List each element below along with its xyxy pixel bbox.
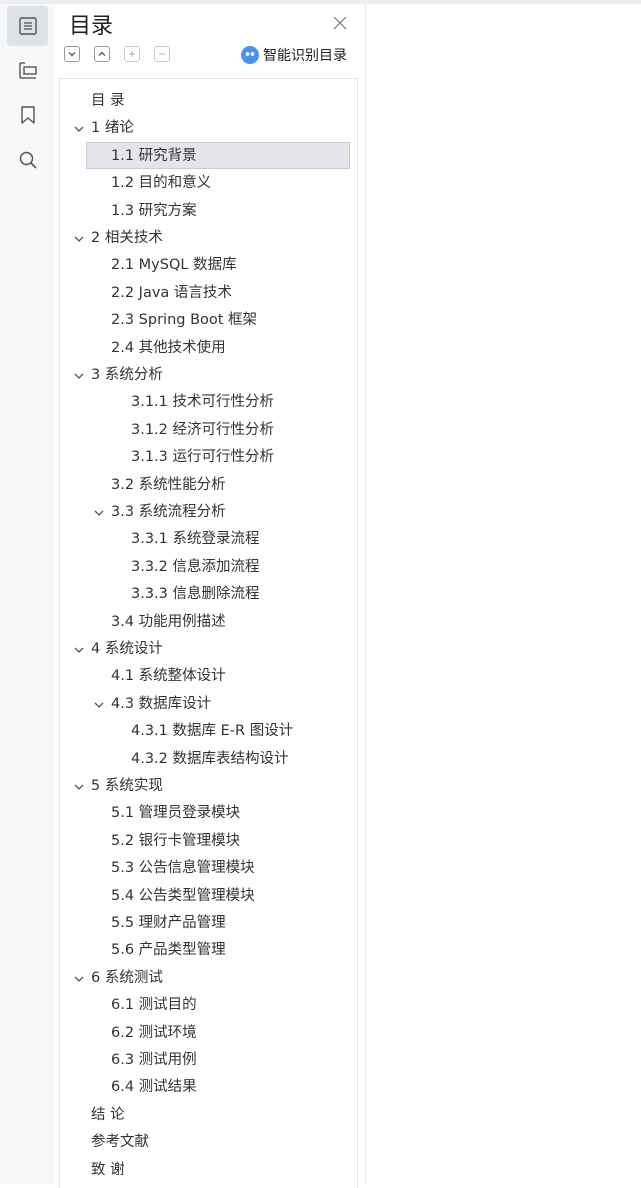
toc-item[interactable]: 3.3.1 系统登录流程 <box>131 526 260 553</box>
icon-rail <box>0 4 56 1184</box>
toc-item[interactable]: 3.1.3 运行可行性分析 <box>131 444 274 471</box>
toc-item[interactable]: 2.4 其他技术使用 <box>111 335 226 362</box>
panel-title: 目录 <box>69 14 114 39</box>
toc-item[interactable]: 1.3 研究方案 <box>111 198 197 225</box>
toc-item[interactable]: 6.3 测试用例 <box>111 1047 197 1074</box>
toc-item[interactable]: 3.3.3 信息删除流程 <box>131 581 260 608</box>
toc-item[interactable]: 4.1 系统整体设计 <box>111 663 226 690</box>
smart-recognize-button[interactable]: 智能识别目录 <box>241 45 347 65</box>
add-entry-button[interactable] <box>124 46 140 62</box>
toc-item[interactable]: 5.4 公告类型管理模块 <box>111 883 255 910</box>
toc-icon <box>18 17 37 35</box>
toc-item[interactable]: 6 系统测试 <box>91 965 163 992</box>
toc-tab-button[interactable] <box>7 6 48 46</box>
chevron-down-icon[interactable] <box>93 699 105 711</box>
chevron-down-icon[interactable] <box>73 973 85 985</box>
toc-item[interactable]: 4.3 数据库设计 <box>111 691 211 718</box>
toc-item[interactable]: 5.6 产品类型管理 <box>111 937 226 964</box>
search-tab-button[interactable] <box>7 140 48 180</box>
collapse-all-button[interactable] <box>94 46 110 62</box>
chevron-up-icon <box>98 51 106 56</box>
toc-item[interactable]: 1 绪论 <box>91 115 134 142</box>
chevron-down-icon[interactable] <box>73 644 85 656</box>
bookmark-tab-button[interactable] <box>7 95 48 135</box>
toc-item[interactable]: 1.1 研究背景 <box>86 141 350 169</box>
toc-item[interactable]: 6.4 测试结果 <box>111 1074 197 1101</box>
outline-tab-button[interactable] <box>7 50 48 90</box>
toc-item[interactable]: 5.5 理财产品管理 <box>111 910 226 937</box>
outline-icon <box>18 62 37 79</box>
toc-item[interactable]: 1.2 目的和意义 <box>111 170 211 197</box>
close-icon <box>333 16 347 30</box>
expand-all-button[interactable] <box>64 46 80 62</box>
toc-item[interactable]: 3.4 功能用例描述 <box>111 609 226 636</box>
toc-item[interactable]: 5.3 公告信息管理模块 <box>111 855 255 882</box>
toc-item[interactable]: 3.3.2 信息添加流程 <box>131 554 260 581</box>
smart-recognize-label: 智能识别目录 <box>263 48 347 64</box>
ai-assistant-icon <box>241 46 259 64</box>
toc-item[interactable]: 3.1.1 技术可行性分析 <box>131 389 274 416</box>
chevron-down-icon[interactable] <box>93 507 105 519</box>
toc-item[interactable]: 6.2 测试环境 <box>111 1020 197 1047</box>
toc-item[interactable]: 2 相关技术 <box>91 225 163 252</box>
toc-item[interactable]: 3.1.2 经济可行性分析 <box>131 417 274 444</box>
toc-item[interactable]: 5 系统实现 <box>91 773 163 800</box>
chevron-down-icon[interactable] <box>73 123 85 135</box>
toc-panel: 目录 智能识别目录 目 录 1 绪论 1.1 研究背景 1.2 目的和意义 1.… <box>55 4 366 1188</box>
toc-item[interactable]: 致 谢 <box>91 1157 125 1184</box>
toc-item[interactable]: 3 系统分析 <box>91 362 163 389</box>
document-area <box>366 4 641 1184</box>
toc-item[interactable]: 结 论 <box>91 1102 125 1129</box>
toc-item[interactable]: 4.3.1 数据库 E-R 图设计 <box>131 718 293 745</box>
plus-icon <box>129 51 135 57</box>
chevron-down-icon[interactable] <box>73 233 85 245</box>
search-icon <box>19 151 37 169</box>
toc-list: 目 录1 绪论 1.1 研究背景 1.2 目的和意义 1.3 研究方案 2 相关技术 2.… <box>59 78 358 1188</box>
minus-icon <box>159 53 165 55</box>
toc-item[interactable]: 2.1 MySQL 数据库 <box>111 252 237 279</box>
close-button[interactable] <box>331 14 349 32</box>
toc-item[interactable]: 2.2 Java 语言技术 <box>111 280 232 307</box>
toc-item[interactable]: 参考文献 <box>91 1129 149 1156</box>
toc-item[interactable]: 4.3.2 数据库表结构设计 <box>131 746 289 773</box>
toc-item[interactable]: 3.2 系统性能分析 <box>111 472 226 499</box>
toc-item[interactable]: 3.3 系统流程分析 <box>111 499 226 526</box>
toc-item[interactable]: 4 系统设计 <box>91 636 163 663</box>
chevron-down-icon[interactable] <box>73 781 85 793</box>
toc-item[interactable]: 目 录 <box>91 88 125 115</box>
toc-item[interactable]: 5.1 管理员登录模块 <box>111 800 240 827</box>
chevron-down-icon[interactable] <box>73 370 85 382</box>
bookmark-icon <box>20 106 35 124</box>
remove-entry-button[interactable] <box>154 46 170 62</box>
chevron-down-icon <box>68 52 76 57</box>
toc-item[interactable]: 5.2 银行卡管理模块 <box>111 828 240 855</box>
toc-item[interactable]: 6.1 测试目的 <box>111 992 197 1019</box>
toc-item[interactable]: 2.3 Spring Boot 框架 <box>111 307 257 334</box>
